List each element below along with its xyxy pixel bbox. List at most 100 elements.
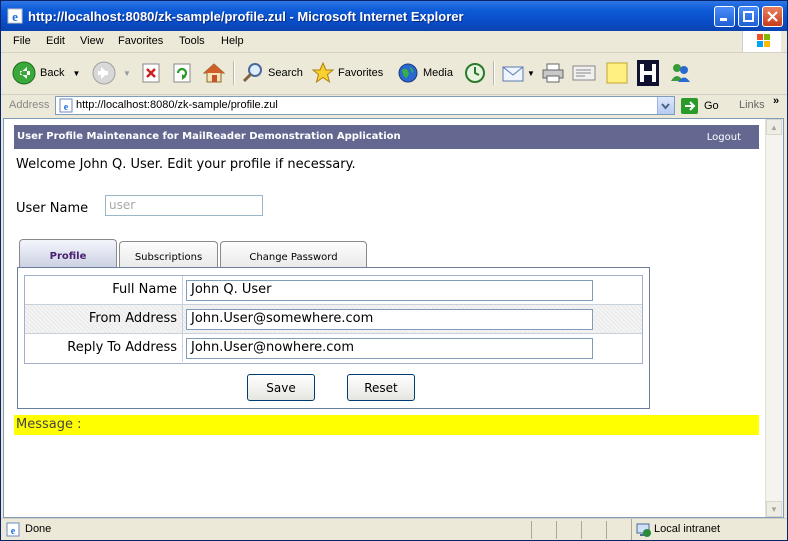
print-button[interactable]	[541, 59, 565, 87]
form-row-reply-to: Reply To Address John.User@nowhere.com	[25, 334, 642, 363]
favorites-star-icon	[311, 61, 335, 84]
intranet-globe-icon	[636, 523, 651, 537]
menu-bar: File Edit View Favorites Tools Help	[1, 31, 787, 53]
chevron-right-icon[interactable]: »	[773, 95, 779, 107]
toolbar: Back ▼ ▼ Search Favorites Media ▼	[1, 53, 787, 95]
menu-help[interactable]: Help	[221, 35, 244, 47]
sticky-note-icon	[606, 62, 628, 84]
media-label: Media	[423, 67, 453, 79]
print-icon	[542, 63, 564, 83]
back-button[interactable]: Back ▼	[11, 59, 80, 87]
close-icon	[767, 11, 778, 22]
menu-edit[interactable]: Edit	[46, 35, 65, 47]
menu-favorites[interactable]: Favorites	[118, 35, 163, 47]
menu-tools[interactable]: Tools	[179, 35, 205, 47]
tab-change-password[interactable]: Change Password	[220, 241, 367, 269]
history-button[interactable]	[463, 59, 487, 87]
browser-window: e http://localhost:8080/zk-sample/profil…	[0, 0, 788, 541]
svg-text:e: e	[12, 9, 18, 24]
save-button[interactable]: Save	[247, 374, 315, 401]
refresh-icon	[173, 63, 191, 83]
tab-subscriptions[interactable]: Subscriptions	[119, 241, 218, 269]
minimize-button[interactable]	[714, 6, 735, 27]
status-text: Done	[25, 523, 52, 535]
search-button[interactable]: Search	[241, 59, 303, 87]
form-row-full-name: Full Name John Q. User	[25, 276, 642, 305]
refresh-button[interactable]	[171, 59, 193, 87]
tab-profile-label: Profile	[49, 251, 87, 262]
maximize-icon	[743, 11, 754, 22]
status-divider	[556, 521, 557, 539]
reply-to-input[interactable]: John.User@nowhere.com	[186, 338, 593, 359]
logout-link[interactable]: Logout	[707, 132, 741, 143]
menu-view[interactable]: View	[80, 35, 104, 47]
from-address-input[interactable]: John.User@somewhere.com	[186, 309, 593, 330]
username-field[interactable]: user	[105, 195, 263, 216]
go-arrow-icon	[681, 98, 698, 114]
full-name-label: Full Name	[25, 276, 183, 304]
username-label: User Name	[16, 201, 89, 216]
notes-button[interactable]	[605, 59, 629, 87]
mail-icon	[502, 66, 524, 82]
menu-file[interactable]: File	[13, 35, 31, 47]
vertical-scrollbar[interactable]: ▲ ▼	[765, 119, 783, 517]
mail-dropdown-icon[interactable]: ▼	[527, 69, 535, 78]
address-dropdown-button[interactable]	[657, 97, 674, 114]
forward-arrow-icon	[92, 61, 116, 85]
app-header: User Profile Maintenance for MailReader …	[14, 125, 759, 149]
edit-page-button[interactable]	[571, 59, 597, 87]
minimize-icon	[720, 18, 727, 21]
ie-logo-icon: e	[7, 8, 23, 24]
svg-text:e: e	[64, 102, 69, 113]
media-button[interactable]: Media	[396, 59, 453, 87]
close-button[interactable]	[762, 6, 783, 27]
status-divider	[606, 521, 607, 539]
scroll-down-icon[interactable]: ▼	[766, 501, 782, 517]
maximize-button[interactable]	[738, 6, 759, 27]
scroll-up-icon[interactable]: ▲	[766, 119, 782, 135]
reply-to-label: Reply To Address	[25, 334, 183, 362]
go-label: Go	[704, 100, 719, 112]
profile-panel: User Profile Maintenance for MailReader …	[14, 125, 761, 435]
media-globe-icon	[398, 63, 418, 83]
full-name-input[interactable]: John Q. User	[186, 280, 593, 301]
reset-button[interactable]: Reset	[347, 374, 415, 401]
messenger-icon	[671, 64, 690, 82]
favorites-label: Favorites	[338, 67, 384, 79]
search-label: Search	[268, 67, 303, 79]
mail-button[interactable]: ▼	[501, 59, 535, 87]
go-button[interactable]: Go	[681, 98, 719, 114]
h-logo-icon	[637, 60, 659, 86]
message-bar: Message :	[14, 415, 759, 435]
profile-form-grid: Full Name John Q. User From Address John…	[24, 275, 643, 364]
h-button[interactable]	[637, 59, 659, 87]
toolbar-separator	[493, 61, 495, 85]
tab-subscriptions-label: Subscriptions	[134, 252, 203, 263]
links-button[interactable]: Links	[739, 99, 765, 111]
tab-profile[interactable]: Profile	[19, 239, 117, 269]
home-button[interactable]	[201, 59, 227, 87]
stop-icon	[142, 63, 160, 83]
favorites-button[interactable]: Favorites	[311, 59, 383, 87]
status-divider	[581, 521, 582, 539]
app-title: User Profile Maintenance for MailReader …	[17, 131, 401, 142]
back-label: Back	[40, 67, 65, 79]
forward-button[interactable]: ▼	[91, 59, 131, 87]
svg-text:e: e	[11, 526, 16, 537]
message-label: Message :	[16, 417, 82, 432]
address-label: Address	[9, 99, 50, 111]
windows-flag-icon	[742, 31, 781, 52]
from-address-label: From Address	[25, 305, 183, 333]
back-arrow-icon	[12, 61, 36, 85]
page-done-icon: e	[6, 522, 20, 537]
back-dropdown-icon[interactable]: ▼	[72, 69, 80, 78]
address-input[interactable]: e http://localhost:8080/zk-sample/profil…	[55, 96, 675, 115]
messenger-button[interactable]	[668, 59, 692, 87]
address-url: http://localhost:8080/zk-sample/profile.…	[76, 99, 278, 111]
stop-button[interactable]	[140, 59, 162, 87]
toolbar-separator	[233, 61, 235, 85]
security-zone: Local intranet	[631, 519, 787, 540]
edit-page-icon	[572, 65, 596, 81]
title-bar[interactable]: e http://localhost:8080/zk-sample/profil…	[1, 1, 787, 31]
page-icon: e	[59, 98, 73, 113]
